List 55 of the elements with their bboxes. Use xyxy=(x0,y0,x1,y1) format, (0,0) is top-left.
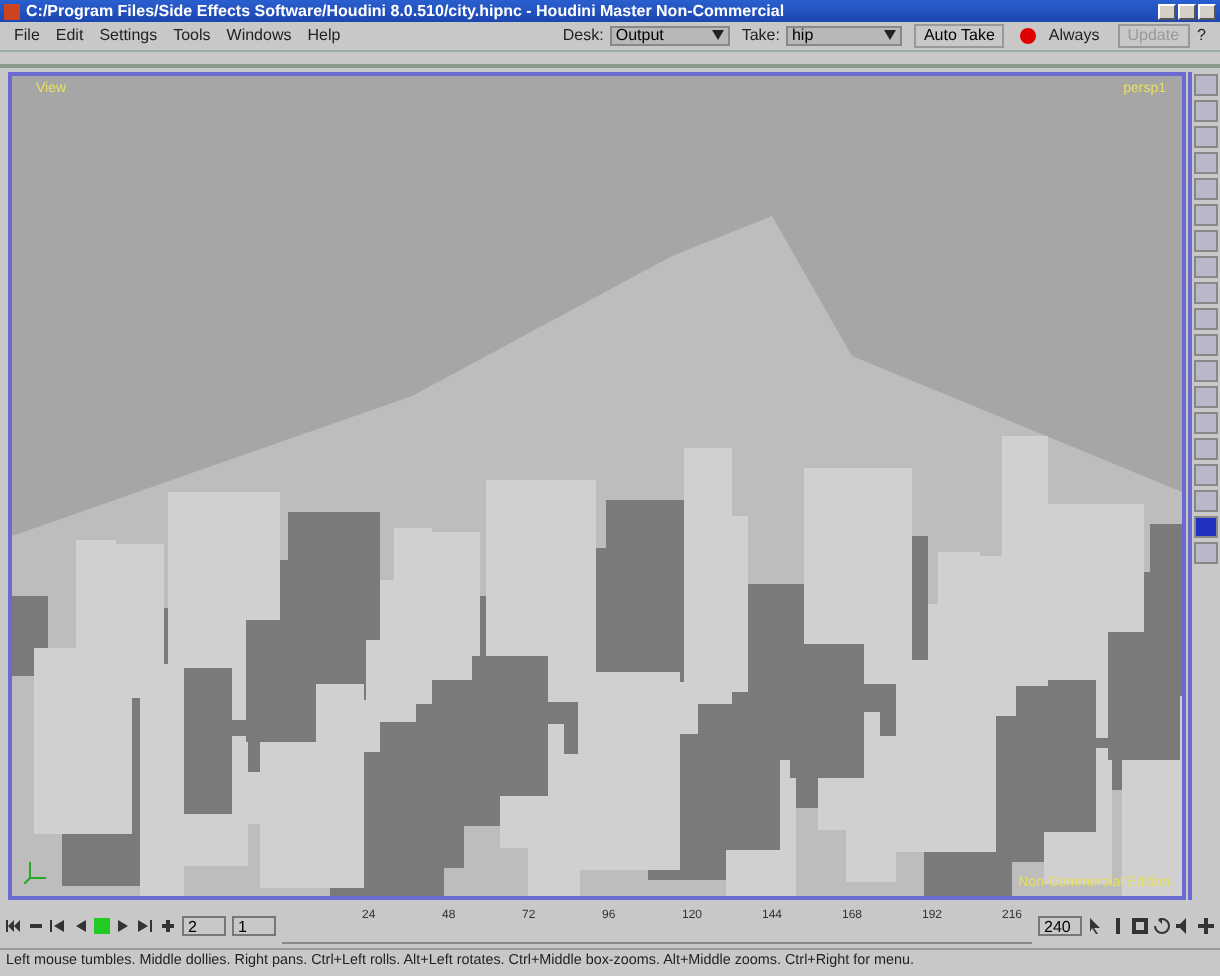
step-back-icon[interactable] xyxy=(50,918,66,934)
window-title: C:/Program Files/Side Effects Software/Houdini 8.0.510/city.hipnc - Houdini Master Non-Commercial xyxy=(26,2,787,20)
menu-item[interactable]: Windows xyxy=(218,26,300,44)
toolbar-button[interactable] xyxy=(1194,516,1218,538)
start-frame-field[interactable]: 1 xyxy=(232,916,276,936)
desk-label: Desk: xyxy=(562,26,604,44)
toolbar-button[interactable] xyxy=(1194,412,1218,434)
current-frame-field[interactable]: 2 xyxy=(182,916,226,936)
step-forward-icon[interactable] xyxy=(138,918,154,934)
toolbar-button[interactable] xyxy=(1194,360,1218,382)
toolbar-button[interactable] xyxy=(1194,204,1218,226)
toolbar-button[interactable] xyxy=(1194,490,1218,512)
toolbar-button[interactable] xyxy=(1194,386,1218,408)
stop-button[interactable] xyxy=(94,918,110,934)
help-button[interactable]: ? xyxy=(1189,26,1214,44)
menu-item[interactable]: Settings xyxy=(91,26,166,44)
minus-icon[interactable] xyxy=(28,918,44,934)
toolbar-button[interactable] xyxy=(1194,152,1218,174)
play-icon[interactable] xyxy=(116,918,132,934)
toolbar-button[interactable] xyxy=(1194,126,1218,148)
toolbar-button[interactable] xyxy=(1194,74,1218,96)
plus-icon[interactable] xyxy=(160,918,176,934)
update-mode-dropdown[interactable]: Always xyxy=(1048,26,1100,44)
desk-dropdown[interactable]: Output xyxy=(609,25,730,45)
menu-item[interactable]: Edit xyxy=(47,26,92,44)
toolbar-button[interactable] xyxy=(1194,464,1218,486)
menu-item[interactable]: Tools xyxy=(165,26,219,44)
toolbar-button[interactable] xyxy=(1194,438,1218,460)
record-icon xyxy=(1020,27,1037,43)
app-icon xyxy=(4,3,20,19)
take-dropdown[interactable]: hip xyxy=(785,25,902,45)
caret-icon xyxy=(711,30,724,40)
cursor-icon[interactable] xyxy=(1088,918,1104,934)
maximize-button[interactable] xyxy=(1178,3,1196,19)
close-button[interactable] xyxy=(1198,3,1216,19)
play-reverse-icon[interactable] xyxy=(72,918,88,934)
auto-take-button[interactable]: Auto Take xyxy=(913,23,1005,47)
toolbar-button[interactable] xyxy=(1194,230,1218,252)
axis-icon xyxy=(24,860,48,884)
toolbar-button[interactable] xyxy=(1194,178,1218,200)
toolbar-button[interactable] xyxy=(1194,542,1218,564)
loop-icon[interactable] xyxy=(1154,918,1170,934)
toolbar-button[interactable] xyxy=(1194,256,1218,278)
toolbar-button[interactable] xyxy=(1194,100,1218,122)
take-label: Take: xyxy=(741,26,780,44)
toolbar-button[interactable] xyxy=(1194,282,1218,304)
minimize-button[interactable] xyxy=(1158,3,1176,19)
toolbar-button[interactable] xyxy=(1194,334,1218,356)
menu-item[interactable]: File xyxy=(6,26,48,44)
skip-start-icon[interactable] xyxy=(6,918,22,934)
speaker-icon[interactable] xyxy=(1176,918,1192,934)
toolbar-button[interactable] xyxy=(1194,308,1218,330)
menu-item[interactable]: Help xyxy=(299,26,349,44)
caret-icon xyxy=(883,30,896,40)
end-frame-field[interactable]: 240 xyxy=(1038,916,1082,936)
